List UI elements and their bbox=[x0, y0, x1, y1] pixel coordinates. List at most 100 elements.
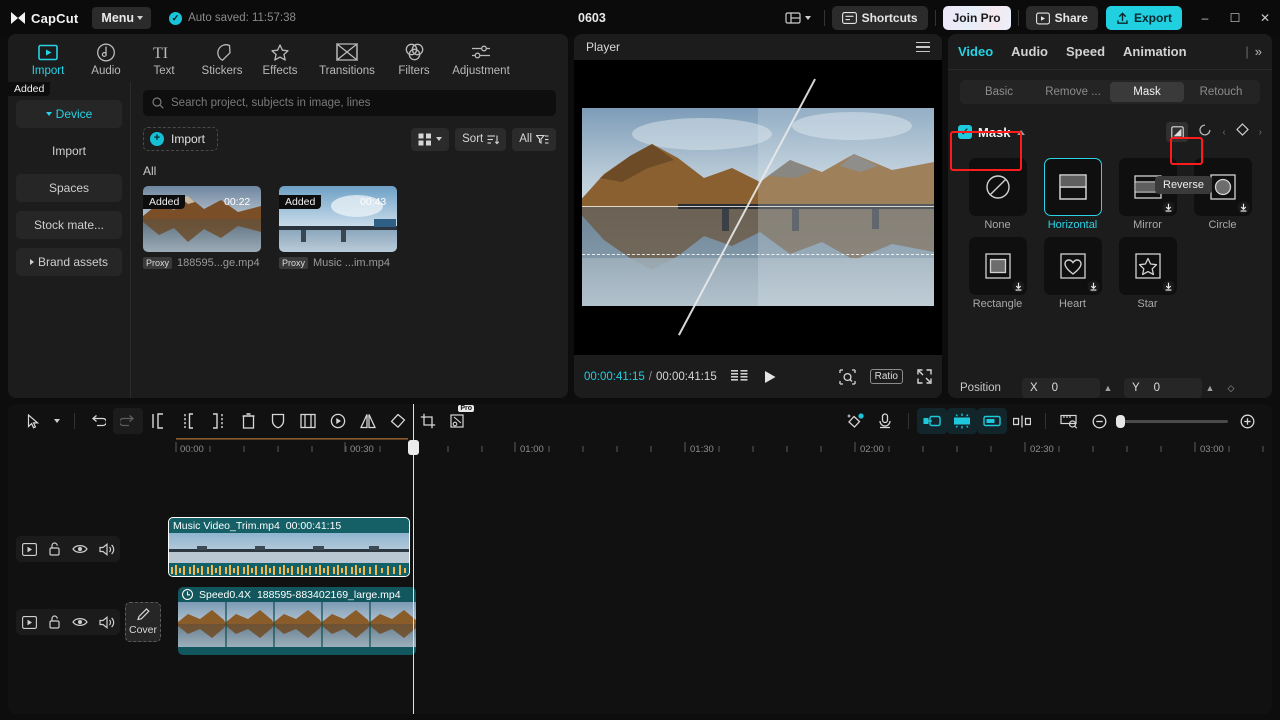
mask-shape-star[interactable]: Star bbox=[1110, 237, 1185, 310]
reset-button[interactable] bbox=[1198, 123, 1212, 142]
timeline-clip-video[interactable]: Speed0.4X 188595-883402169_large.mp4 bbox=[178, 587, 416, 655]
marker-button[interactable] bbox=[1007, 408, 1037, 434]
mask-shape-none[interactable]: None bbox=[960, 158, 1035, 231]
tab-audio[interactable]: Audio bbox=[1011, 44, 1048, 59]
trim-right-button[interactable] bbox=[203, 408, 233, 434]
sidebar-item-device[interactable]: Device bbox=[16, 100, 122, 128]
position-x-field[interactable]: X 0 bbox=[1022, 378, 1100, 398]
position-y-field[interactable]: Y 0 bbox=[1124, 378, 1202, 398]
subtab-basic[interactable]: Basic bbox=[962, 82, 1036, 102]
keyframe-next-icon[interactable]: › bbox=[1259, 127, 1262, 138]
layout-button[interactable] bbox=[779, 7, 817, 29]
timeline-ruler[interactable]: 00:00 00:30 01:00 01:30 02:00 02:30 03:00 bbox=[8, 438, 1272, 460]
undo-button[interactable] bbox=[83, 408, 113, 434]
tab-speed[interactable]: Speed bbox=[1066, 44, 1105, 59]
mask-shape-heart[interactable]: Heart bbox=[1035, 237, 1110, 310]
magic-tools-button[interactable] bbox=[840, 408, 870, 434]
timeline-clip-video-audio[interactable]: Music Video_Trim.mp4 00:00:41:15 bbox=[168, 517, 410, 577]
tab-filters[interactable]: Filters bbox=[386, 38, 442, 77]
redo-button[interactable] bbox=[113, 408, 143, 434]
play-button[interactable] bbox=[763, 370, 777, 384]
split-button[interactable] bbox=[173, 408, 203, 434]
shield-button[interactable] bbox=[263, 408, 293, 434]
reverse-button[interactable] bbox=[1166, 122, 1189, 142]
sidebar-item-spaces[interactable]: Spaces bbox=[16, 174, 122, 202]
zoom-out-button[interactable] bbox=[1084, 408, 1114, 434]
keyframe-out-button[interactable] bbox=[977, 408, 1007, 434]
subtab-remove-bg[interactable]: Remove ... bbox=[1036, 82, 1110, 102]
tab-transitions[interactable]: Transitions bbox=[310, 38, 384, 77]
freeze-frame-button[interactable] bbox=[293, 408, 323, 434]
tab-effects[interactable]: Effects bbox=[252, 38, 308, 77]
share-button[interactable]: Share bbox=[1025, 6, 1098, 30]
playhead-handle[interactable] bbox=[408, 440, 419, 455]
tab-video[interactable]: Video bbox=[958, 44, 993, 59]
close-button[interactable]: ✕ bbox=[1250, 0, 1280, 36]
ratio-button[interactable]: Ratio bbox=[869, 369, 903, 384]
position-keyframe-icon[interactable]: ◇ bbox=[1218, 378, 1244, 398]
track-thumb-icon[interactable] bbox=[21, 542, 37, 556]
position-x-stepper[interactable]: ▲ bbox=[1100, 378, 1116, 398]
sidebar-item-import[interactable]: Import bbox=[16, 137, 122, 165]
eye-icon[interactable] bbox=[71, 543, 88, 555]
export-button[interactable]: Export bbox=[1105, 6, 1182, 30]
zoom-slider-knob[interactable] bbox=[1116, 414, 1125, 428]
keyframe-diamond-icon[interactable] bbox=[1235, 123, 1249, 141]
tab-animation[interactable]: Animation bbox=[1123, 44, 1187, 59]
volume-icon[interactable] bbox=[98, 542, 115, 556]
delete-button[interactable] bbox=[233, 408, 263, 434]
lock-icon[interactable] bbox=[48, 542, 61, 556]
tabs-overflow-button[interactable]: | » bbox=[1245, 44, 1262, 59]
minimize-button[interactable]: – bbox=[1190, 0, 1220, 36]
select-tool-button[interactable] bbox=[18, 408, 48, 434]
measure-button[interactable] bbox=[1054, 408, 1084, 434]
sort-button[interactable]: Sort bbox=[455, 127, 507, 151]
maximize-button[interactable]: ☐ bbox=[1220, 0, 1250, 36]
tab-stickers[interactable]: Stickers bbox=[194, 38, 250, 77]
view-mode-button[interactable] bbox=[411, 127, 450, 151]
mask-shape-rectangle[interactable]: Rectangle bbox=[960, 237, 1035, 310]
mask-shape-circle[interactable]: Circle bbox=[1185, 158, 1260, 231]
subtab-retouch[interactable]: Retouch bbox=[1184, 82, 1258, 102]
frame-grid-button[interactable] bbox=[730, 370, 749, 383]
tool-dropdown-button[interactable] bbox=[48, 408, 66, 434]
subtab-mask[interactable]: Mask bbox=[1110, 82, 1184, 102]
keyframe-prev-icon[interactable]: ‹ bbox=[1222, 127, 1225, 138]
adjustment-icon bbox=[470, 42, 492, 62]
track-thumb-icon[interactable] bbox=[21, 615, 37, 629]
filter-button[interactable]: All bbox=[512, 127, 556, 151]
shortcuts-button[interactable]: Shortcuts bbox=[831, 6, 928, 30]
mask-shape-horizontal[interactable]: Horizontal bbox=[1035, 158, 1110, 231]
fullscreen-button[interactable] bbox=[917, 369, 932, 384]
trim-left-button[interactable] bbox=[143, 408, 173, 434]
lock-icon[interactable] bbox=[48, 615, 61, 629]
sidebar-item-brand-assets[interactable]: Brand assets bbox=[16, 248, 122, 276]
player-menu-icon[interactable] bbox=[916, 41, 930, 53]
join-pro-button[interactable]: Join Pro bbox=[942, 6, 1011, 30]
cover-button[interactable]: Cover bbox=[125, 602, 161, 642]
sidebar-item-stock-materials[interactable]: Stock mate... bbox=[16, 211, 122, 239]
tab-audio[interactable]: Audio bbox=[78, 38, 134, 77]
mirror-button[interactable] bbox=[353, 408, 383, 434]
crop-button[interactable] bbox=[413, 408, 443, 434]
import-button[interactable]: + Import bbox=[143, 127, 219, 151]
smart-cut-button[interactable]: Pro bbox=[443, 405, 474, 434]
mask-shape-mirror[interactable]: Mirror bbox=[1110, 158, 1185, 231]
speed-button[interactable] bbox=[323, 408, 353, 434]
zoom-in-button[interactable] bbox=[1232, 408, 1262, 434]
zoom-fit-button[interactable] bbox=[838, 368, 856, 385]
record-button[interactable] bbox=[870, 408, 900, 434]
tab-import[interactable]: Import bbox=[20, 38, 76, 77]
tab-text[interactable]: TI Text bbox=[136, 38, 192, 78]
auto-cut-button[interactable] bbox=[947, 408, 977, 434]
tab-adjustment[interactable]: Adjustment bbox=[444, 38, 518, 77]
timeline-zoom-slider[interactable] bbox=[1116, 414, 1228, 428]
mask-toggle[interactable]: ✓ Mask bbox=[958, 125, 1025, 140]
volume-icon[interactable] bbox=[98, 615, 115, 629]
keyframe-in-button[interactable] bbox=[917, 408, 947, 434]
rotate-button[interactable] bbox=[383, 408, 413, 434]
eye-icon[interactable] bbox=[71, 616, 88, 628]
position-y-stepper[interactable]: ▲ bbox=[1202, 378, 1218, 398]
search-bar[interactable]: Search project, subjects in image, lines bbox=[143, 90, 556, 116]
menu-button[interactable]: Menu bbox=[92, 7, 152, 29]
